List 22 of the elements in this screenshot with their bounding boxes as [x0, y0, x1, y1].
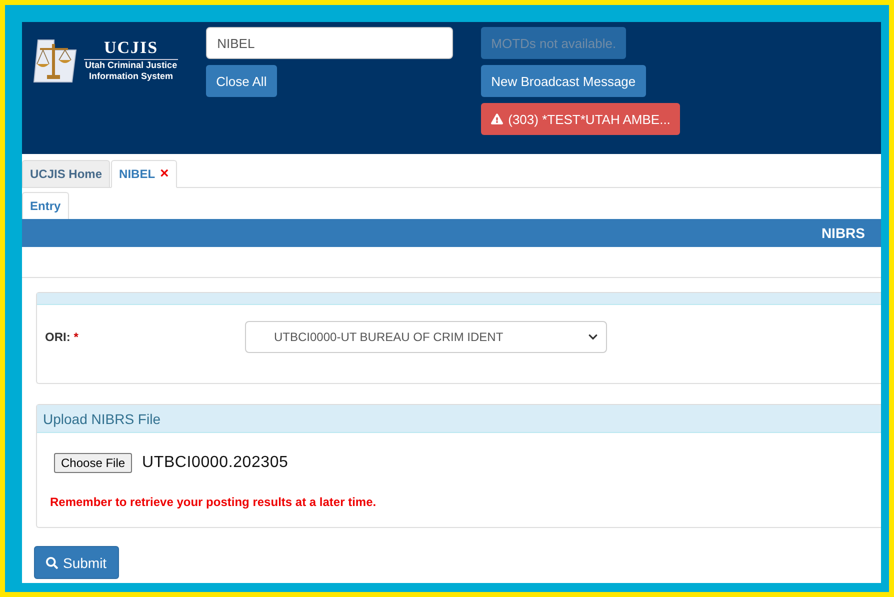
ori-label: ORI: *: [45, 330, 80, 344]
warning-icon: [491, 113, 504, 125]
logo-subtitle: Utah Criminal Justice: [85, 60, 178, 71]
subtab[interactable]: Entry: [22, 192, 69, 220]
section-title: NIBRS: [821, 225, 865, 241]
ori-select[interactable]: UTBCI0000-UT BUREAU OF CRIM IDENT: [245, 321, 607, 353]
tab[interactable]: NIBEL ×: [111, 160, 177, 188]
chevron-icon: [588, 332, 598, 342]
broadcast-button[interactable]: New Broadcast Message: [481, 65, 646, 97]
close-icon[interactable]: ×: [160, 168, 169, 180]
logo-subtitle: Information System: [89, 71, 174, 82]
search-icon: [46, 556, 58, 568]
file-name: UTBCI0000.202305: [142, 454, 288, 472]
panel-title: Upload NIBRS File: [43, 410, 160, 426]
search-field[interactable]: NIBEL: [206, 27, 454, 59]
alert-button[interactable]: (303) *TEST*UTAH AMBE...: [481, 103, 680, 135]
tab[interactable]: UCJIS Home: [22, 160, 110, 188]
logo-title: UCJIS: [84, 38, 178, 60]
close-all-button[interactable]: Close All: [206, 65, 277, 97]
submit-button[interactable]: Submit: [34, 546, 119, 579]
posting-notice: Remember to retrieve your posting results at a later time.: [49, 494, 378, 511]
choose-file-button[interactable]: Choose File: [54, 453, 132, 473]
